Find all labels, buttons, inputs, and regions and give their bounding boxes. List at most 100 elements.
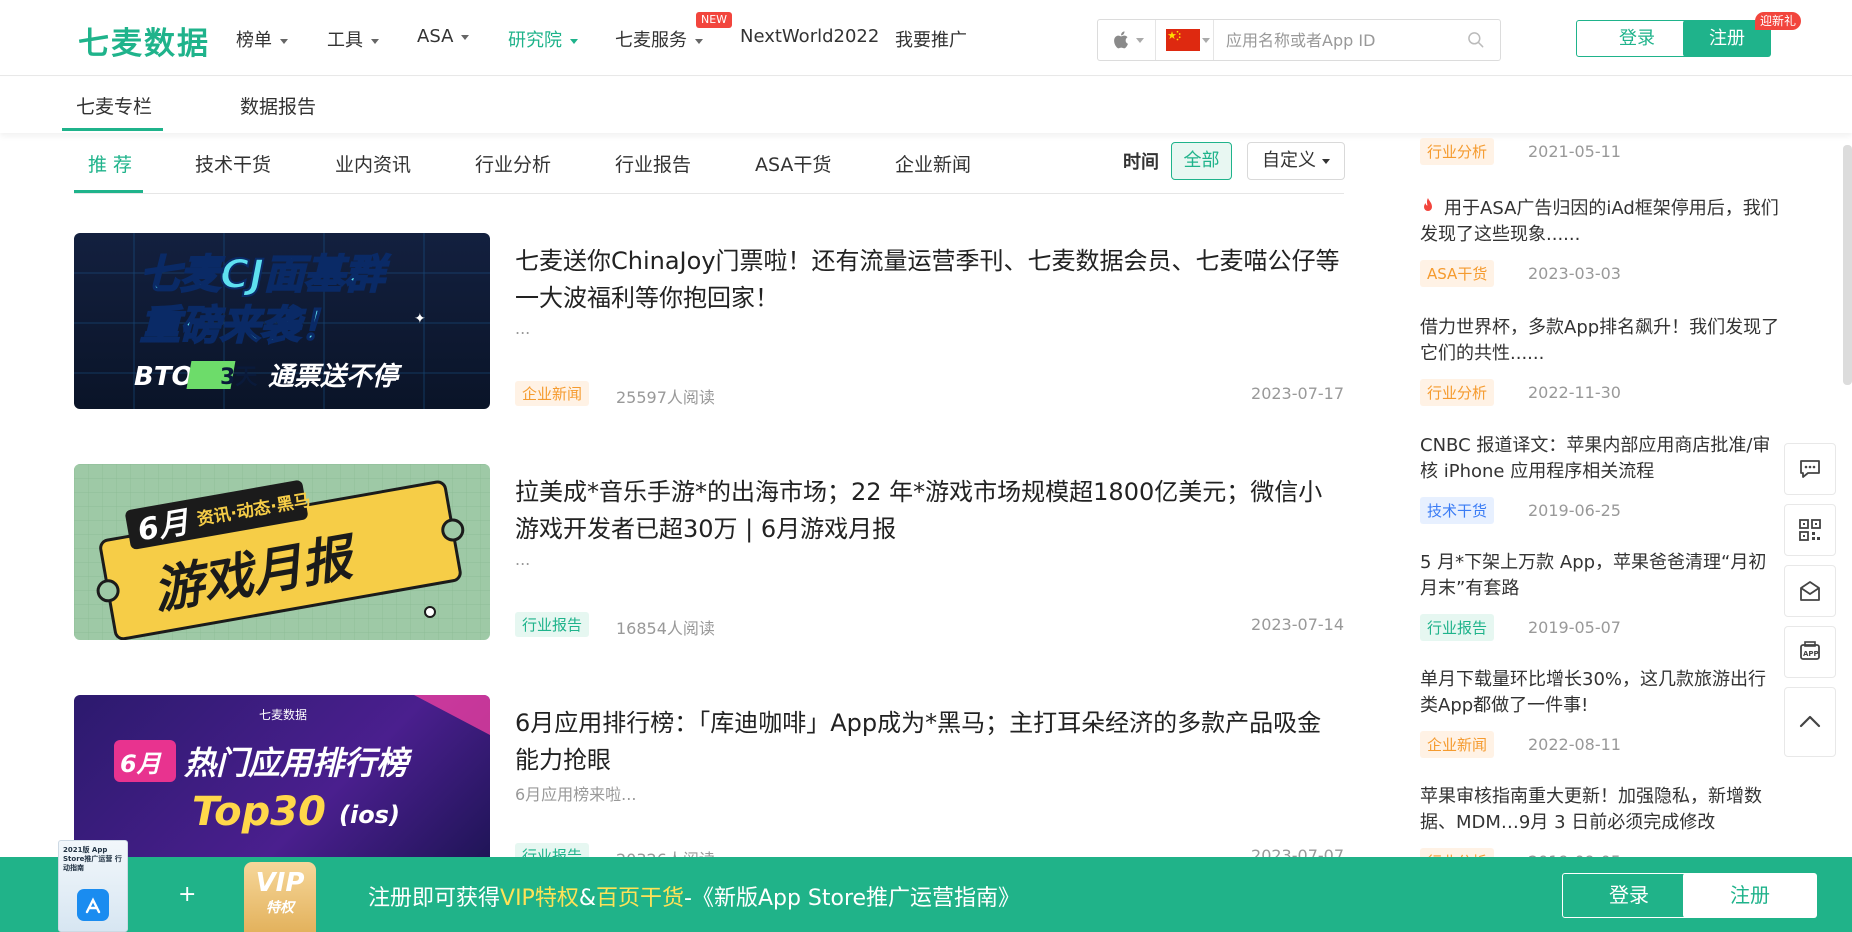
tab-industry-news[interactable]: 业内资讯 (335, 150, 411, 177)
sidebar-article-title[interactable]: 5 月*下架上万款 App，苹果爸爸清理“月初月末”有套路 (1420, 550, 1780, 602)
nav-item-rankings[interactable]: 榜单 (236, 26, 288, 52)
time-filter-label: 时间 (1123, 152, 1159, 173)
sidebar-article[interactable]: 用于ASA广告归因的iAd框架停用后，我们发现了这些现象...... ASA干货… (1420, 196, 1780, 288)
sidebar-article[interactable]: 单月下载量环比增长30%，这几款旅游出行类App都做了一件事! 企业新闻 202… (1420, 667, 1780, 759)
article-thumbnail[interactable]: 七麦CJ面基群 重磅来袭！ BTOB 3天 通票送不停 ✦ (74, 233, 490, 409)
qrcode-button[interactable] (1784, 504, 1836, 556)
page-scrollbar[interactable] (1843, 145, 1852, 385)
platform-select[interactable] (1098, 20, 1156, 60)
article-thumbnail[interactable]: 七麦数据 6月 热门应用排行榜 Top30 (ios) (74, 695, 490, 871)
article-title[interactable]: 七麦送你ChinaJoy门票啦！还有流量运营季刊、七麦数据会员、七麦喵公仔等一大… (515, 243, 1344, 317)
article-item[interactable]: 七麦数据 6月 热门应用排行榜 Top30 (ios) 6月应用排行榜：「库迪咖… (74, 695, 1344, 871)
article-item[interactable]: 七麦CJ面基群 重磅来袭！ BTOB 3天 通票送不停 ✦ 七麦送你ChinaJ… (74, 233, 1344, 409)
article-thumbnail[interactable]: 6月 资讯·动态·黑马 游戏月报 (74, 464, 490, 640)
nav-label: 七麦服务 (615, 30, 687, 51)
sidebar-article-meta: 技术干货 2019-06-25 (1420, 497, 1780, 525)
article-tag[interactable]: 行业报告 (515, 612, 590, 637)
sidebar-article-title-text: 用于ASA广告归因的iAd框架停用后，我们发现了这些现象...... (1420, 198, 1779, 245)
tab-asa[interactable]: ASA干货 (755, 150, 831, 177)
sidebar-article-tag[interactable]: 行业报告 (1420, 614, 1495, 641)
promo-highlight-guide: 百页干货 (595, 886, 684, 911)
promo-login-button[interactable]: 登录 (1562, 873, 1696, 918)
sidebar-article[interactable]: 5 月*下架上万款 App，苹果爸爸清理“月初月末”有套路 行业报告 2019-… (1420, 550, 1780, 642)
sidebar-article-title[interactable]: 用于ASA广告归因的iAd框架停用后，我们发现了这些现象...... (1420, 196, 1780, 248)
column-subnav: 七麦专栏 数据报告 (0, 77, 1852, 133)
nav-item-services[interactable]: 七麦服务 (615, 26, 703, 52)
sidebar-article-date: 2019-06-25 (1528, 501, 1621, 520)
article-tag[interactable]: 企业新闻 (515, 381, 590, 406)
chevron-down-icon (695, 38, 703, 44)
banner-line2: 重磅来袭！ (140, 303, 340, 349)
site-logo[interactable]: 七麦数据 (78, 18, 210, 63)
promo-text-suffix: -《新版App Store推广运营指南》 (684, 886, 1021, 911)
sidebar-article-tag[interactable]: 行业分析 (1420, 379, 1495, 406)
sidebar-article[interactable]: 借力世界杯，多款App排名飙升！我们发现了它们的共性...... 行业分析 20… (1420, 315, 1780, 407)
article-item[interactable]: 6月 资讯·动态·黑马 游戏月报 拉美成*音乐手游*的出海市场；22 年*游戏市… (74, 464, 1344, 640)
sidebar-article-meta: 行业报告 2019-05-07 (1420, 614, 1780, 642)
search-input[interactable] (1226, 28, 1456, 52)
chat-button[interactable] (1784, 443, 1836, 495)
sidebar-article-meta: 行业分析 2022-11-30 (1420, 379, 1780, 407)
sidebar-article-title[interactable]: CNBC 报道译文：苹果内部应用商店批准/审核 iPhone 应用程序相关流程 (1420, 433, 1780, 485)
tab-company-news[interactable]: 企业新闻 (895, 150, 971, 177)
nav-item-nextworld[interactable]: NextWorld2022 (740, 26, 879, 47)
promo-text-prefix: 注册即可获得 (368, 886, 501, 911)
sparkle-icon: ✦ (414, 311, 426, 327)
sidebar-article[interactable]: CNBC 报道译文：苹果内部应用商店批准/审核 iPhone 应用程序相关流程 … (1420, 433, 1780, 525)
sidebar-article-tag[interactable]: 技术干货 (1420, 497, 1495, 524)
back-to-top-button[interactable] (1784, 687, 1836, 757)
article-summary: ... (515, 550, 531, 569)
subnav-item-column[interactable]: 七麦专栏 (76, 92, 152, 119)
app-ranking-banner-image: 七麦数据 6月 热门应用排行榜 Top30 (ios) (114, 695, 490, 835)
sidebar-article-date: 2023-03-03 (1528, 264, 1621, 283)
sidebar-article-title[interactable]: 单月下载量环比增长30%，这几款旅游出行类App都做了一件事! (1420, 667, 1780, 719)
sidebar-article-date: 2022-08-11 (1528, 735, 1621, 754)
article-title[interactable]: 拉美成*音乐手游*的出海市场；22 年*游戏市场规模超1800亿美元；微信小游戏… (515, 474, 1344, 548)
subnav-active-indicator (62, 128, 163, 131)
new-badge: NEW (696, 12, 733, 28)
app-download-button[interactable]: APP (1784, 626, 1836, 678)
feedback-button[interactable] (1784, 565, 1836, 617)
nav-item-promote[interactable]: 我要推广 (895, 26, 967, 52)
guide-book-label: 2021版 App Store推广运营 行动指南 (63, 846, 122, 872)
chevron-down-icon (280, 38, 288, 44)
banner-main: 热门应用排行榜 (183, 744, 413, 782)
time-filter-all-button[interactable]: 全部 (1171, 142, 1232, 180)
banner-brand: 七麦数据 (259, 707, 307, 722)
tab-industry-analysis[interactable]: 行业分析 (475, 150, 551, 177)
vip-badge-line2: 特权 (266, 900, 294, 916)
tab-recommend[interactable]: 推 荐 (88, 150, 132, 177)
sidebar-article-tag[interactable]: ASA干货 (1420, 260, 1495, 287)
article-summary: ... (515, 319, 531, 338)
nav-item-research[interactable]: 研究院 (508, 26, 578, 52)
app-icon: APP (1800, 641, 1820, 660)
login-button[interactable]: 登录 (1576, 20, 1698, 57)
time-custom-label: 自定义 (1262, 150, 1316, 171)
sidebar-article-date: 2019-05-07 (1528, 618, 1621, 637)
sidebar-article-title[interactable]: 借力世界杯，多款App排名飙升！我们发现了它们的共性...... (1420, 315, 1780, 367)
nav-label: 研究院 (508, 30, 562, 51)
banner-line3c: 通票送不停 (268, 362, 403, 392)
sidebar-article-meta: 行业分析 2021-05-11 (1420, 138, 1780, 166)
subnav-item-reports[interactable]: 数据报告 (240, 92, 316, 119)
sidebar-article[interactable]: 行业分析 2021-05-11 (1420, 138, 1780, 166)
sidebar-article-tag[interactable]: 企业新闻 (1420, 731, 1495, 758)
time-filter-custom-dropdown[interactable]: 自定义 (1247, 142, 1345, 180)
sidebar-article-tag[interactable]: 行业分析 (1420, 138, 1495, 165)
article-title[interactable]: 6月应用排行榜：「库迪咖啡」App成为*黑马；主打耳朵经济的多款产品吸金能力抢眼 (515, 705, 1344, 779)
back-to-top-icon (1799, 715, 1821, 728)
article-date: 2023-07-17 (1251, 384, 1344, 403)
search-icon[interactable] (1466, 30, 1486, 50)
promo-register-button[interactable]: 注册 (1683, 873, 1817, 918)
china-flag-icon (1166, 29, 1200, 51)
sidebar-article-meta: 企业新闻 2022-08-11 (1420, 731, 1780, 759)
hot-articles-sidebar: 行业分析 2021-05-11 用于ASA广告归因的iAd框架停用后，我们发现了… (1420, 134, 1780, 904)
sidebar-article-title[interactable]: 苹果审核指南重大更新！加强隐私，新增数据、MDM…9月 3 日前必须完成修改 (1420, 784, 1780, 836)
nav-item-tools[interactable]: 工具 (327, 26, 379, 52)
tab-industry-report[interactable]: 行业报告 (615, 150, 691, 177)
promo-text-amp: & (578, 886, 596, 911)
country-select[interactable] (1156, 20, 1214, 60)
plus-icon: + (178, 882, 197, 907)
nav-item-asa[interactable]: ASA (417, 26, 470, 47)
tab-tech[interactable]: 技术干货 (195, 150, 271, 177)
